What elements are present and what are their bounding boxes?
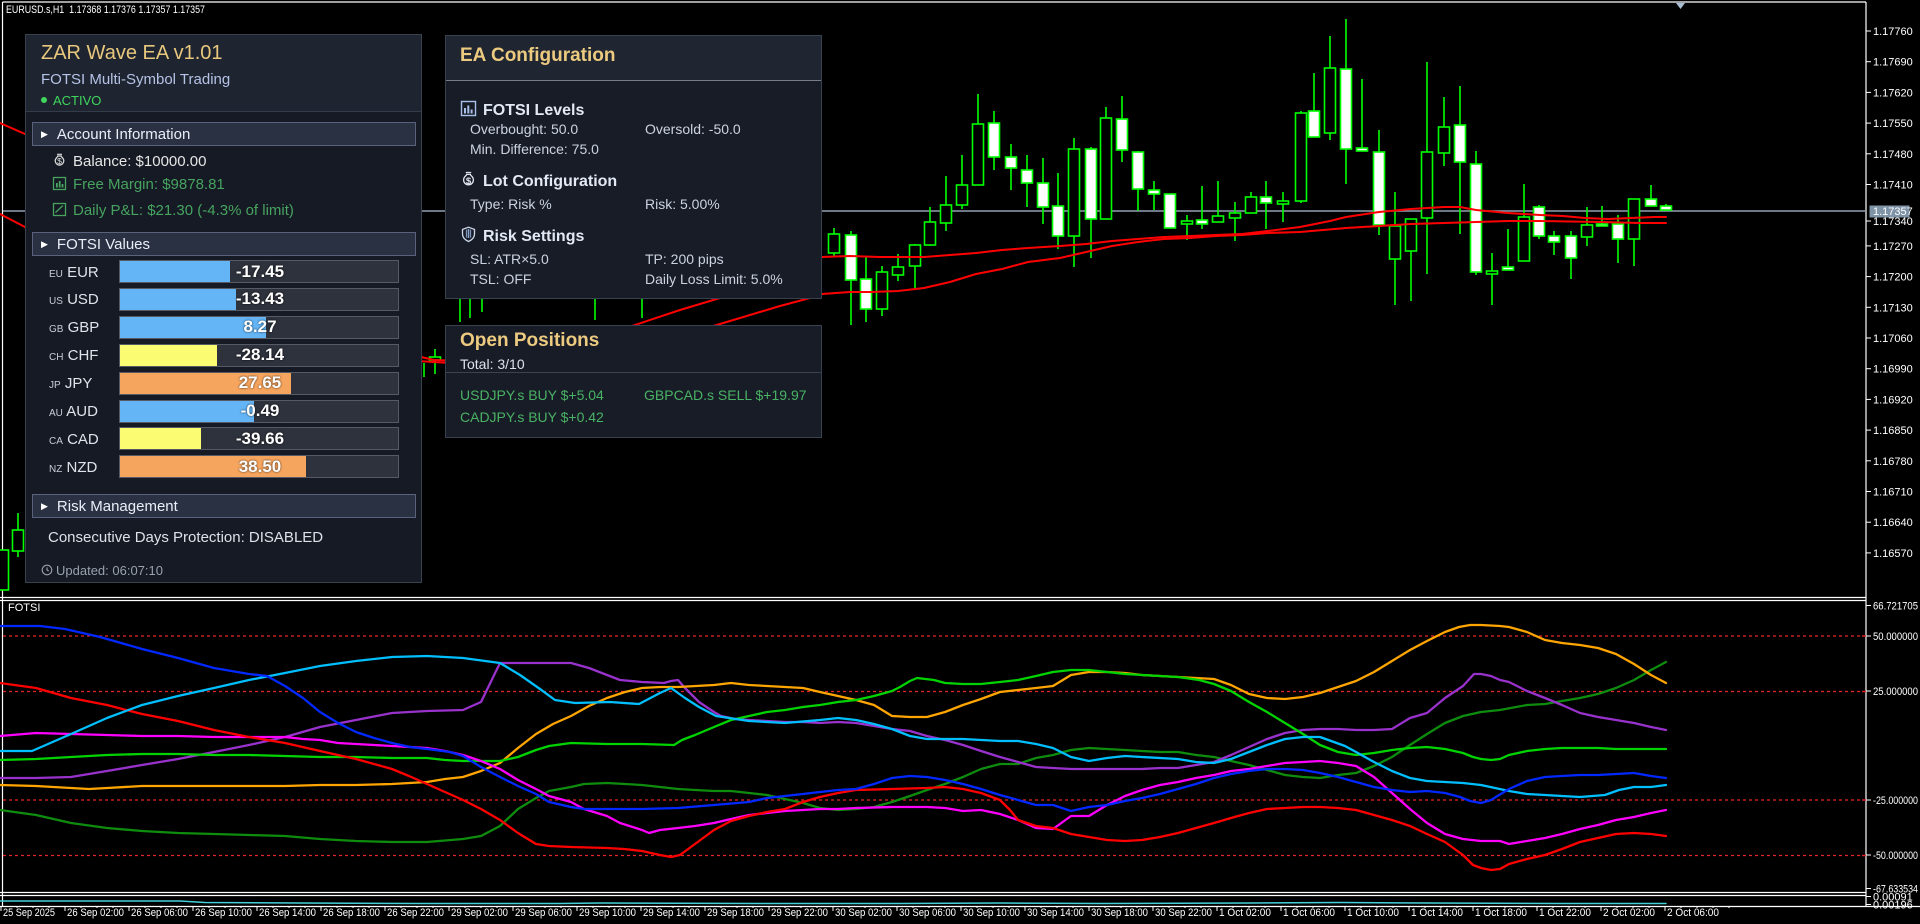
svg-text:0.00196: 0.00196 bbox=[1873, 900, 1913, 912]
svg-text:1.17620: 1.17620 bbox=[1873, 87, 1913, 99]
svg-text:30 Sep 22:00: 30 Sep 22:00 bbox=[1155, 907, 1212, 919]
svg-text:26 Sep 02:00: 26 Sep 02:00 bbox=[67, 907, 124, 919]
svg-text:29 Sep 14:00: 29 Sep 14:00 bbox=[643, 907, 700, 919]
svg-text:1 Oct 10:00: 1 Oct 10:00 bbox=[1347, 907, 1399, 919]
svg-text:1 Oct 22:00: 1 Oct 22:00 bbox=[1539, 907, 1591, 919]
svg-text:30 Sep 02:00: 30 Sep 02:00 bbox=[835, 907, 892, 919]
svg-text:1 Oct 06:00: 1 Oct 06:00 bbox=[1283, 907, 1335, 919]
svg-text:2 Oct 06:00: 2 Oct 06:00 bbox=[1667, 907, 1719, 919]
svg-text:$: $ bbox=[466, 176, 472, 187]
svg-text:29 Sep 22:00: 29 Sep 22:00 bbox=[771, 907, 828, 919]
svg-text:1.16640: 1.16640 bbox=[1873, 517, 1913, 529]
svg-text:30 Sep 06:00: 30 Sep 06:00 bbox=[899, 907, 956, 919]
svg-text:30 Sep 18:00: 30 Sep 18:00 bbox=[1091, 907, 1148, 919]
svg-text:26 Sep 10:00: 26 Sep 10:00 bbox=[195, 907, 252, 919]
svg-text:29 Sep 06:00: 29 Sep 06:00 bbox=[515, 907, 572, 919]
svg-text:$: $ bbox=[57, 156, 62, 166]
svg-text:1 Oct 18:00: 1 Oct 18:00 bbox=[1475, 907, 1527, 919]
svg-text:25 Sep 2025: 25 Sep 2025 bbox=[3, 907, 55, 919]
svg-text:1.17130: 1.17130 bbox=[1873, 302, 1913, 314]
svg-text:1.16710: 1.16710 bbox=[1873, 487, 1913, 499]
svg-text:1.16990: 1.16990 bbox=[1873, 364, 1913, 376]
svg-text:1 Oct 02:00: 1 Oct 02:00 bbox=[1219, 907, 1271, 919]
svg-text:1.16920: 1.16920 bbox=[1873, 394, 1913, 406]
svg-text:-25.000000: -25.000000 bbox=[1873, 795, 1918, 807]
svg-text:1.17550: 1.17550 bbox=[1873, 118, 1913, 130]
svg-text:1.17200: 1.17200 bbox=[1873, 272, 1913, 284]
svg-text:1.17690: 1.17690 bbox=[1873, 57, 1913, 69]
svg-text:66.721705: 66.721705 bbox=[1873, 601, 1918, 613]
svg-text:26 Sep 06:00: 26 Sep 06:00 bbox=[131, 907, 188, 919]
svg-text:1.16570: 1.16570 bbox=[1873, 548, 1913, 560]
svg-text:EURUSD.s,H1 1.17368 1.17376 1: EURUSD.s,H1 1.17368 1.17376 1.17357 1.17… bbox=[6, 4, 205, 16]
svg-text:-50.000000: -50.000000 bbox=[1873, 850, 1918, 862]
svg-text:1.16780: 1.16780 bbox=[1873, 456, 1913, 468]
svg-text:FOTSI: FOTSI bbox=[8, 602, 40, 614]
svg-text:26 Sep 22:00: 26 Sep 22:00 bbox=[387, 907, 444, 919]
svg-text:1 Oct 14:00: 1 Oct 14:00 bbox=[1411, 907, 1463, 919]
svg-text:29 Sep 02:00: 29 Sep 02:00 bbox=[451, 907, 508, 919]
svg-text:1.17760: 1.17760 bbox=[1873, 26, 1913, 38]
svg-text:1.17357: 1.17357 bbox=[1873, 206, 1913, 218]
svg-text:1.17480: 1.17480 bbox=[1873, 149, 1913, 161]
svg-text:26 Sep 18:00: 26 Sep 18:00 bbox=[323, 907, 380, 919]
svg-text:1.17410: 1.17410 bbox=[1873, 180, 1913, 192]
svg-text:1.16850: 1.16850 bbox=[1873, 425, 1913, 437]
svg-text:30 Sep 10:00: 30 Sep 10:00 bbox=[963, 907, 1020, 919]
svg-text:1.17060: 1.17060 bbox=[1873, 333, 1913, 345]
svg-text:30 Sep 14:00: 30 Sep 14:00 bbox=[1027, 907, 1084, 919]
svg-text:50.000000: 50.000000 bbox=[1873, 631, 1918, 643]
svg-text:29 Sep 10:00: 29 Sep 10:00 bbox=[579, 907, 636, 919]
svg-text:25.000000: 25.000000 bbox=[1873, 686, 1918, 698]
svg-text:1.17270: 1.17270 bbox=[1873, 241, 1913, 253]
svg-text:2 Oct 02:00: 2 Oct 02:00 bbox=[1603, 907, 1655, 919]
svg-text:26 Sep 14:00: 26 Sep 14:00 bbox=[259, 907, 316, 919]
svg-text:29 Sep 18:00: 29 Sep 18:00 bbox=[707, 907, 764, 919]
